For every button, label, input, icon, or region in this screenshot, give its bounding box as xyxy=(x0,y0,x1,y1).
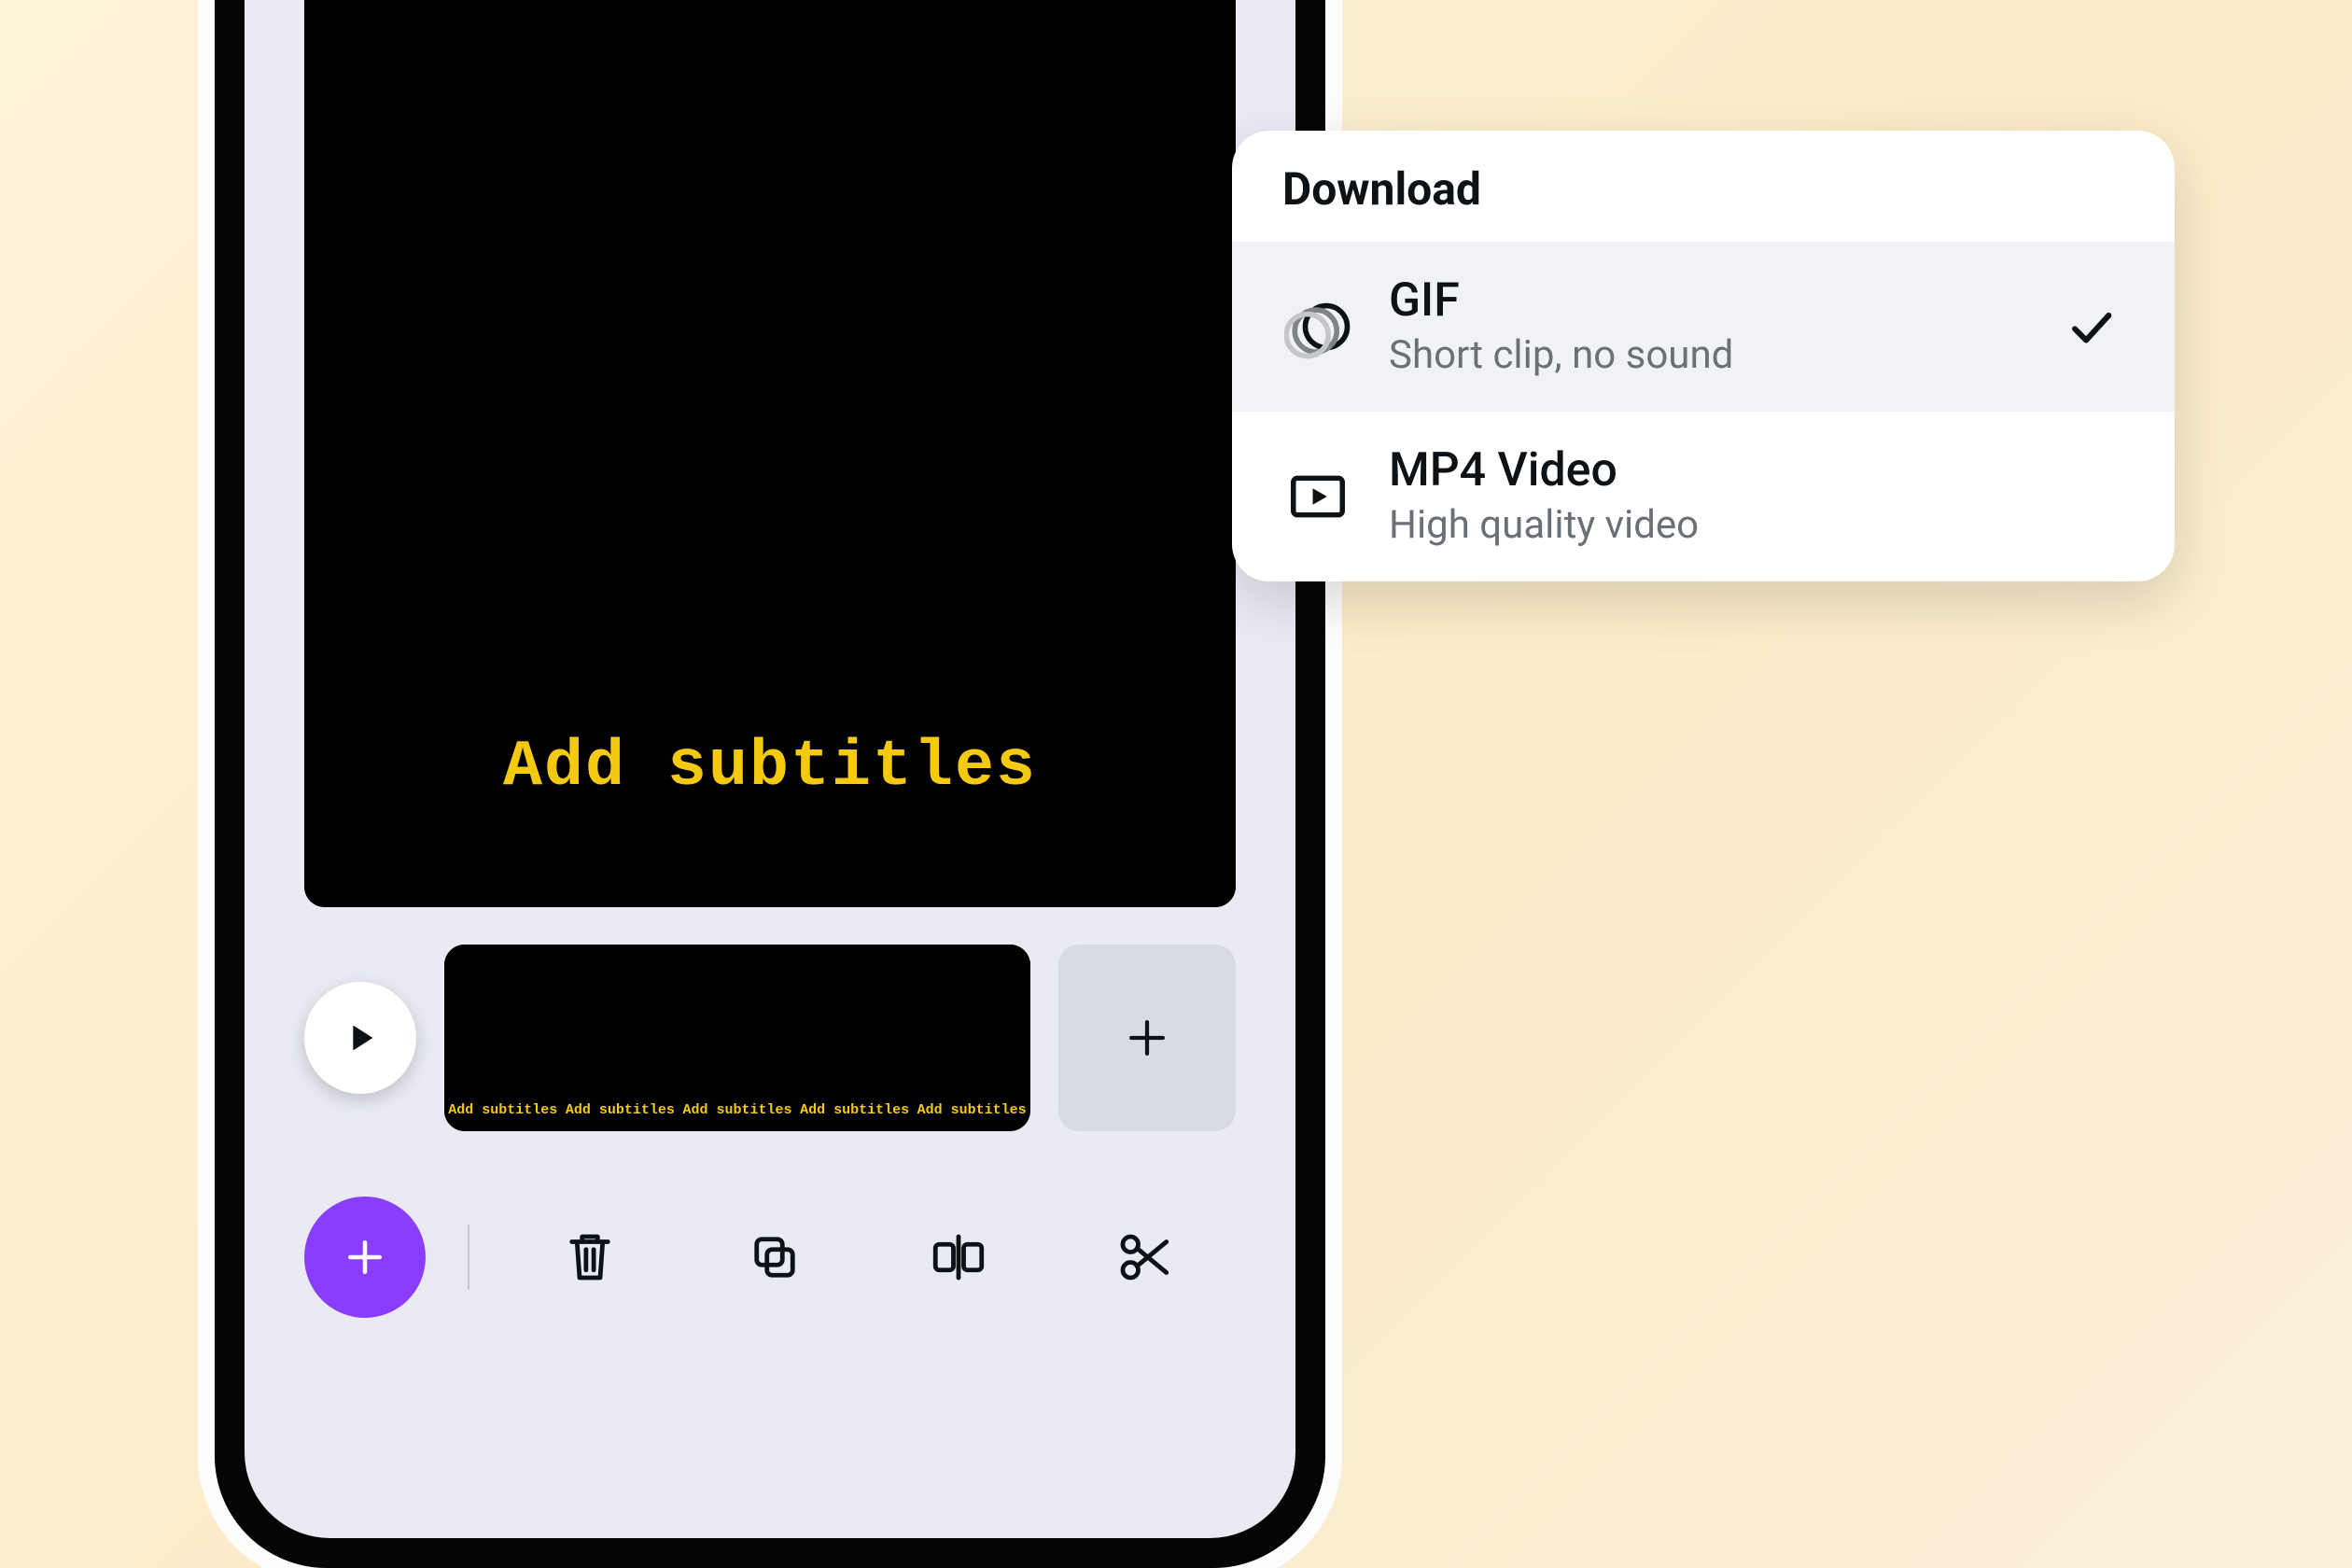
trash-icon xyxy=(559,1226,621,1288)
download-option-subtitle: High quality video xyxy=(1389,502,2022,548)
toolbar-separator xyxy=(468,1225,469,1290)
clip-thumbnail-label: Add subtitles xyxy=(444,1102,562,1118)
download-option-title: MP4 Video xyxy=(1389,445,2022,497)
gif-icon xyxy=(1282,291,1353,362)
video-file-icon xyxy=(1282,461,1353,532)
clip-thumbnail-label: Add subtitles xyxy=(913,1102,1030,1118)
add-button[interactable] xyxy=(304,1197,426,1318)
clip-thumbnail[interactable]: Add subtitles xyxy=(562,945,679,1131)
clip-thumbnail[interactable]: Add subtitles xyxy=(444,945,562,1131)
bottom-toolbar xyxy=(304,1187,1236,1327)
download-option-title: GIF xyxy=(1389,275,2022,327)
phone-screen: Add subtitles Add subtitles Add subtitle… xyxy=(245,0,1295,1538)
clip-thumbnail-label: Add subtitles xyxy=(796,1102,914,1118)
delete-button[interactable] xyxy=(534,1201,646,1313)
selected-check xyxy=(2057,293,2124,360)
play-button[interactable] xyxy=(304,982,416,1094)
clip-thumbnail[interactable]: Add subtitles xyxy=(913,945,1030,1131)
selected-check xyxy=(2057,463,2124,530)
check-icon xyxy=(2064,300,2118,354)
download-option-mp4[interactable]: MP4 Video High quality video xyxy=(1232,412,2175,581)
duplicate-button[interactable] xyxy=(719,1201,831,1313)
clip-strip[interactable]: Add subtitles Add subtitles Add subtitle… xyxy=(444,945,1030,1131)
download-option-gif[interactable]: GIF Short clip, no sound xyxy=(1232,242,2175,412)
plus-icon xyxy=(1120,1011,1174,1065)
clip-thumbnail-label: Add subtitles xyxy=(562,1102,679,1118)
subtitle-overlay[interactable]: Add subtitles xyxy=(304,731,1236,805)
phone-frame: Add subtitles Add subtitles Add subtitle… xyxy=(215,0,1325,1568)
scissors-icon xyxy=(1113,1226,1174,1288)
clip-thumbnail[interactable]: Add subtitles xyxy=(679,945,796,1131)
download-option-subtitle: Short clip, no sound xyxy=(1389,332,2022,378)
clip-thumbnail[interactable]: Add subtitles xyxy=(796,945,914,1131)
timeline: Add subtitles Add subtitles Add subtitle… xyxy=(304,945,1236,1131)
split-icon xyxy=(928,1226,989,1288)
play-icon xyxy=(339,1016,382,1059)
split-button[interactable] xyxy=(903,1201,1015,1313)
copy-icon xyxy=(744,1226,805,1288)
video-canvas[interactable]: Add subtitles xyxy=(304,0,1236,907)
add-clip-button[interactable] xyxy=(1058,945,1236,1131)
plus-icon xyxy=(340,1232,390,1282)
cut-button[interactable] xyxy=(1087,1201,1199,1313)
download-menu: Download GIF Short clip, no sound xyxy=(1232,131,2175,581)
download-menu-title: Download xyxy=(1232,131,2175,242)
clip-thumbnail-label: Add subtitles xyxy=(679,1102,796,1118)
